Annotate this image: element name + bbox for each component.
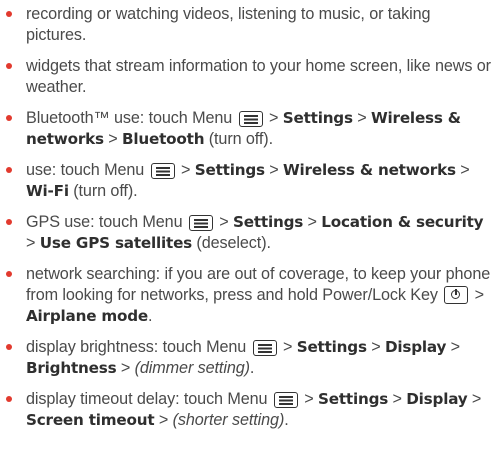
separator: > xyxy=(467,390,482,408)
list-item-display-brightness: display brightness: touch Menu > Setting… xyxy=(6,337,494,379)
separator: > xyxy=(214,213,234,231)
list-item-wifi: use: touch Menu > Settings > Wireless & … xyxy=(6,160,494,202)
separator: > xyxy=(176,161,195,179)
display-label: Display xyxy=(384,338,447,356)
bluetooth-label: Bluetooth xyxy=(122,130,205,148)
item-text: (turn off). xyxy=(204,130,273,148)
settings-label: Settings xyxy=(194,161,265,179)
item-text: (deselect). xyxy=(192,234,271,252)
separator: > xyxy=(264,161,283,179)
separator: > xyxy=(154,411,173,429)
brightness-label: Brightness xyxy=(26,359,117,377)
use-gps-satellites-label: Use GPS satellites xyxy=(39,234,193,252)
separator: > xyxy=(103,130,123,148)
separator: > xyxy=(470,286,485,304)
list-item-display-timeout: display timeout delay: touch Menu > Sett… xyxy=(6,389,494,431)
separator: > xyxy=(352,109,371,127)
airplane-mode-label: Airplane mode xyxy=(26,307,149,325)
settings-label: Settings xyxy=(233,213,304,231)
item-text: display brightness: touch Menu xyxy=(26,338,251,356)
display-label: Display xyxy=(406,390,468,408)
location-security-label: Location & security xyxy=(321,213,484,231)
wifi-label: Wi-Fi xyxy=(26,182,69,200)
item-text: recording or watching videos, listening … xyxy=(26,5,431,44)
settings-label: Settings xyxy=(282,109,353,127)
item-text: (turn off). xyxy=(68,182,138,200)
separator: > xyxy=(455,161,470,179)
item-text: use: touch Menu xyxy=(26,161,149,179)
power-lock-key-icon xyxy=(444,286,469,304)
item-text: network searching: if you are out of cov… xyxy=(26,265,491,304)
list-item-recording: recording or watching videos, listening … xyxy=(6,4,494,46)
item-text: . xyxy=(148,307,153,325)
separator: > xyxy=(299,390,319,408)
wireless-networks-label: Wireless & networks xyxy=(283,161,456,179)
menu-key-icon xyxy=(273,392,298,408)
item-text: display timeout delay: touch Menu xyxy=(26,390,272,408)
separator: > xyxy=(264,109,283,127)
separator: > xyxy=(116,359,135,377)
menu-key-icon xyxy=(188,215,213,231)
shorter-setting-label: (shorter setting) xyxy=(172,411,285,429)
list-item-gps: GPS use: touch Menu > Settings > Locatio… xyxy=(6,212,494,254)
item-text: widgets that stream information to your … xyxy=(26,57,491,96)
screen-timeout-label: Screen timeout xyxy=(26,411,155,429)
separator: > xyxy=(366,338,385,356)
dimmer-setting-label: (dimmer setting) xyxy=(134,359,250,377)
separator: > xyxy=(26,234,40,252)
item-text: . xyxy=(249,359,255,377)
separator: > xyxy=(278,338,297,356)
document-page: recording or watching videos, listening … xyxy=(0,0,502,462)
separator: > xyxy=(303,213,322,231)
separator: > xyxy=(388,390,407,408)
list-item-widgets: widgets that stream information to your … xyxy=(6,56,494,98)
menu-key-icon xyxy=(252,340,277,356)
menu-key-icon xyxy=(238,111,263,127)
menu-key-icon xyxy=(150,163,175,179)
list-item-network-searching: network searching: if you are out of cov… xyxy=(6,264,494,327)
settings-label: Settings xyxy=(318,390,389,408)
separator: > xyxy=(446,338,460,356)
item-text: GPS use: touch Menu xyxy=(26,213,187,231)
item-text: Bluetooth™ use: touch Menu xyxy=(26,109,237,127)
item-text: . xyxy=(284,411,289,429)
settings-label: Settings xyxy=(296,338,367,356)
list-item-bluetooth: Bluetooth™ use: touch Menu > Settings > … xyxy=(6,108,494,150)
